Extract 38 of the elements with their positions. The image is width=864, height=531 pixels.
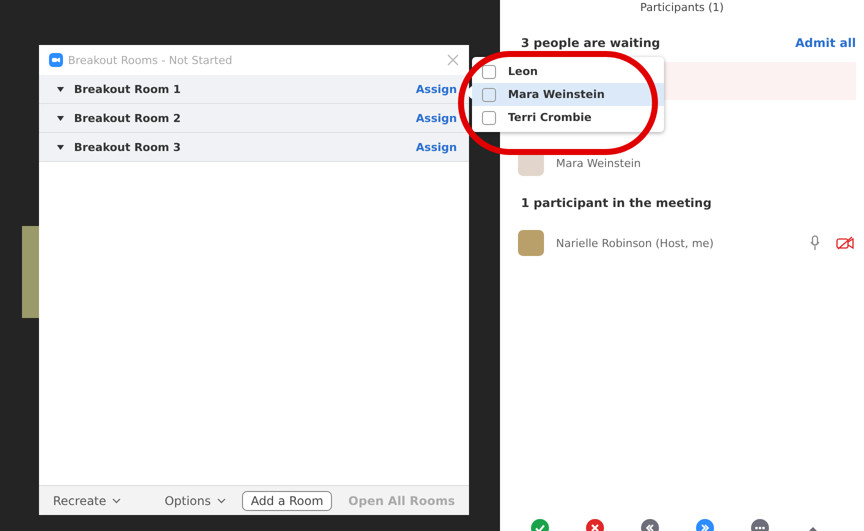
window-title: Breakout Rooms - Not Started [68,54,234,66]
close-icon[interactable] [447,54,459,66]
waiting-heading: 3 people are waiting [521,36,660,50]
room-row[interactable]: Breakout Room 1 Assign [39,75,469,104]
avatar-placeholder [518,230,544,256]
dropdown-button[interactable]: Recreate [53,494,122,508]
caret-icon [57,86,64,92]
participant-name: Leon [508,65,538,78]
add-room-button[interactable]: Add a Room [242,490,332,510]
participant-name: Terri Crombie [508,111,592,124]
participant-option[interactable]: Terri Crombie [472,106,664,129]
assign-link[interactable]: Assign [416,82,457,96]
app-logo-icon [49,53,63,67]
participant-option[interactable]: Mara Weinstein [472,83,664,106]
caret-icon [57,144,64,150]
dropdown-button[interactable]: Options [164,494,226,508]
participant-name: Mara Weinstein [556,156,641,170]
checkbox[interactable] [482,110,496,124]
participant-name: Mara Weinstein [508,88,605,101]
room-name: Breakout Room 3 [74,140,182,154]
participant-option[interactable]: Leon [472,60,664,83]
chevron-icon [112,498,122,504]
assign-link[interactable]: Assign [416,140,457,154]
caret-icon [57,116,64,120]
video-camera-icon[interactable] [836,236,854,250]
participant-name: Narielle Robinson (Host, me) [556,236,714,250]
assign-link[interactable]: Assign [416,112,457,124]
microphone-icon[interactable] [810,235,820,251]
admit-all-link[interactable]: Admit all [795,36,856,50]
room-row[interactable]: Breakout Room 2 Assign [39,104,469,133]
room-name: Breakout Room 2 [74,112,182,124]
checkbox[interactable] [482,64,496,78]
checkbox[interactable] [482,88,496,102]
room-row[interactable]: Breakout Room 3 Assign [39,133,469,162]
meeting-heading: 1 participant in the meeting [520,195,713,212]
chevron-icon [216,498,226,504]
panel-title: Participants (1) [639,0,725,16]
room-name: Breakout Room 1 [74,82,182,96]
